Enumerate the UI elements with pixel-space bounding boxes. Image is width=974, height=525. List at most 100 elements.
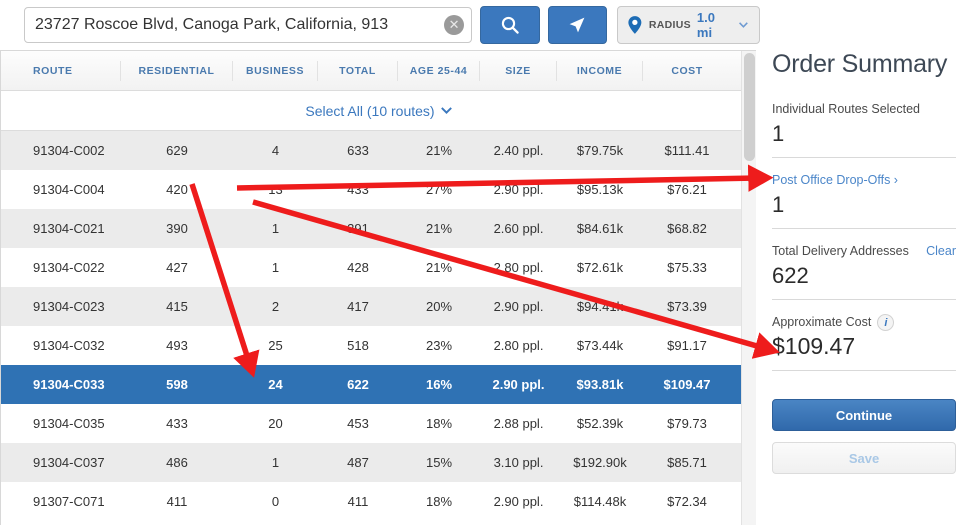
cell-cost: $79.73 bbox=[643, 415, 731, 433]
cell-residential: 390 bbox=[121, 220, 233, 238]
cell-route: 91304-C023 bbox=[11, 298, 121, 316]
cell-cost: $72.34 bbox=[643, 493, 731, 511]
individual-routes-label: Individual Routes Selected bbox=[772, 101, 956, 118]
address-search-input[interactable] bbox=[24, 7, 472, 43]
search-field-wrapper: ✕ bbox=[24, 7, 472, 43]
cell-size: 3.10 ppl. bbox=[480, 454, 557, 472]
column-header-size[interactable]: SIZE bbox=[480, 61, 557, 81]
cell-total: 487 bbox=[318, 454, 398, 472]
cell-size: 2.80 ppl. bbox=[480, 259, 557, 277]
cell-cost: $111.41 bbox=[643, 142, 731, 160]
post-office-dropoffs-block: Post Office Drop-Offs › 1 bbox=[772, 172, 956, 229]
total-delivery-addresses-header: Total Delivery Addresses Clear bbox=[772, 243, 956, 260]
cell-business: 0 bbox=[233, 493, 318, 511]
use-my-location-button[interactable] bbox=[548, 6, 608, 44]
select-all-button[interactable]: Select All (10 routes) bbox=[305, 103, 451, 119]
total-delivery-addresses-value: 622 bbox=[772, 261, 956, 290]
cell-residential: 415 bbox=[121, 298, 233, 316]
radius-selector[interactable]: RADIUS 1.0 mi bbox=[617, 6, 760, 44]
cell-cost: $85.71 bbox=[643, 454, 731, 472]
table-row[interactable]: 91304-C023415241720%2.90 ppl.$94.41k$73.… bbox=[1, 287, 756, 326]
cell-residential: 411 bbox=[121, 493, 233, 511]
cell-income: $84.61k bbox=[557, 220, 643, 238]
cell-residential: 486 bbox=[121, 454, 233, 472]
cell-business: 1 bbox=[233, 259, 318, 277]
cell-income: $52.39k bbox=[557, 415, 643, 433]
column-header-total[interactable]: TOTAL bbox=[318, 61, 398, 81]
cell-route: 91304-C033 bbox=[11, 376, 121, 394]
column-header-age[interactable]: AGE 25-44 bbox=[398, 61, 480, 81]
column-header-route[interactable]: ROUTE bbox=[11, 61, 121, 81]
cell-income: $114.48k bbox=[557, 493, 643, 511]
table-row[interactable]: 91304-C021390139121%2.60 ppl.$84.61k$68.… bbox=[1, 209, 756, 248]
approximate-cost-value: $109.47 bbox=[772, 332, 956, 361]
routes-table-body: 91304-C002629463321%2.40 ppl.$79.75k$111… bbox=[1, 131, 756, 521]
cell-residential: 598 bbox=[121, 376, 233, 394]
cell-size: 2.90 ppl. bbox=[480, 376, 557, 394]
cell-age: 16% bbox=[398, 376, 480, 394]
cell-cost: $76.21 bbox=[643, 181, 731, 199]
routes-table-panel: ROUTE RESIDENTIAL BUSINESS TOTAL AGE 25-… bbox=[0, 50, 756, 525]
cell-total: 391 bbox=[318, 220, 398, 238]
individual-routes-block: Individual Routes Selected 1 bbox=[772, 101, 956, 158]
cell-age: 20% bbox=[398, 298, 480, 316]
column-header-residential[interactable]: RESIDENTIAL bbox=[121, 61, 233, 81]
total-delivery-addresses-block: Total Delivery Addresses Clear 622 bbox=[772, 243, 956, 300]
info-icon[interactable]: i bbox=[877, 314, 894, 331]
column-header-income[interactable]: INCOME bbox=[557, 61, 643, 81]
approximate-cost-label: Approximate Cost bbox=[772, 314, 871, 331]
table-row[interactable]: 91304-C022427142821%2.80 ppl.$72.61k$75.… bbox=[1, 248, 756, 287]
cell-size: 2.60 ppl. bbox=[480, 220, 557, 238]
individual-routes-value: 1 bbox=[772, 119, 956, 148]
continue-button[interactable]: Continue bbox=[772, 399, 956, 431]
post-office-dropoffs-link[interactable]: Post Office Drop-Offs › bbox=[772, 172, 956, 189]
cell-total: 433 bbox=[318, 181, 398, 199]
cell-size: 2.80 ppl. bbox=[480, 337, 557, 355]
cell-route: 91304-C022 bbox=[11, 259, 121, 277]
cell-business: 24 bbox=[233, 376, 318, 394]
cell-route: 91304-C032 bbox=[11, 337, 121, 355]
cell-cost: $109.47 bbox=[643, 376, 731, 394]
table-row[interactable]: 91304-C037486148715%3.10 ppl.$192.90k$85… bbox=[1, 443, 756, 482]
table-row-selected[interactable]: 91304-C0335982462216%2.90 ppl.$93.81k$10… bbox=[1, 365, 756, 404]
table-row[interactable]: 91307-C071411041118%2.90 ppl.$114.48k$72… bbox=[1, 482, 756, 521]
cell-business: 25 bbox=[233, 337, 318, 355]
table-scrollbar[interactable] bbox=[741, 51, 756, 525]
cell-age: 18% bbox=[398, 493, 480, 511]
cell-total: 411 bbox=[318, 493, 398, 511]
radius-label: RADIUS bbox=[649, 19, 691, 31]
order-summary-panel: Order Summary Individual Routes Selected… bbox=[772, 50, 956, 474]
chevron-down-icon bbox=[441, 107, 452, 114]
radius-value: 1.0 mi bbox=[697, 10, 733, 40]
table-row[interactable]: 91304-C0044201343327%2.90 ppl.$95.13k$76… bbox=[1, 170, 756, 209]
navigate-arrow-icon bbox=[567, 15, 587, 35]
cell-total: 417 bbox=[318, 298, 398, 316]
clear-addresses-button[interactable]: Clear bbox=[926, 244, 956, 258]
cell-income: $72.61k bbox=[557, 259, 643, 277]
cell-age: 18% bbox=[398, 415, 480, 433]
column-header-business[interactable]: BUSINESS bbox=[233, 61, 318, 81]
post-office-dropoffs-value: 1 bbox=[772, 190, 956, 219]
cell-cost: $91.17 bbox=[643, 337, 731, 355]
cell-route: 91304-C021 bbox=[11, 220, 121, 238]
cell-route: 91304-C002 bbox=[11, 142, 121, 160]
table-row[interactable]: 91304-C002629463321%2.40 ppl.$79.75k$111… bbox=[1, 131, 756, 170]
cell-cost: $68.82 bbox=[643, 220, 731, 238]
clear-search-button[interactable]: ✕ bbox=[444, 15, 464, 35]
table-row[interactable]: 91304-C0354332045318%2.88 ppl.$52.39k$79… bbox=[1, 404, 756, 443]
cell-income: $95.13k bbox=[557, 181, 643, 199]
column-header-cost[interactable]: COST bbox=[643, 61, 731, 81]
map-pin-icon bbox=[627, 15, 643, 35]
cell-residential: 629 bbox=[121, 142, 233, 160]
cell-residential: 420 bbox=[121, 181, 233, 199]
table-row[interactable]: 91304-C0324932551823%2.80 ppl.$73.44k$91… bbox=[1, 326, 756, 365]
cell-business: 1 bbox=[233, 454, 318, 472]
table-scrollbar-thumb[interactable] bbox=[744, 53, 755, 161]
cell-age: 27% bbox=[398, 181, 480, 199]
cell-income: $94.41k bbox=[557, 298, 643, 316]
search-button[interactable] bbox=[480, 6, 540, 44]
table-header-row: ROUTE RESIDENTIAL BUSINESS TOTAL AGE 25-… bbox=[1, 51, 756, 91]
cell-size: 2.88 ppl. bbox=[480, 415, 557, 433]
cell-income: $73.44k bbox=[557, 337, 643, 355]
cell-route: 91307-C071 bbox=[11, 493, 121, 511]
